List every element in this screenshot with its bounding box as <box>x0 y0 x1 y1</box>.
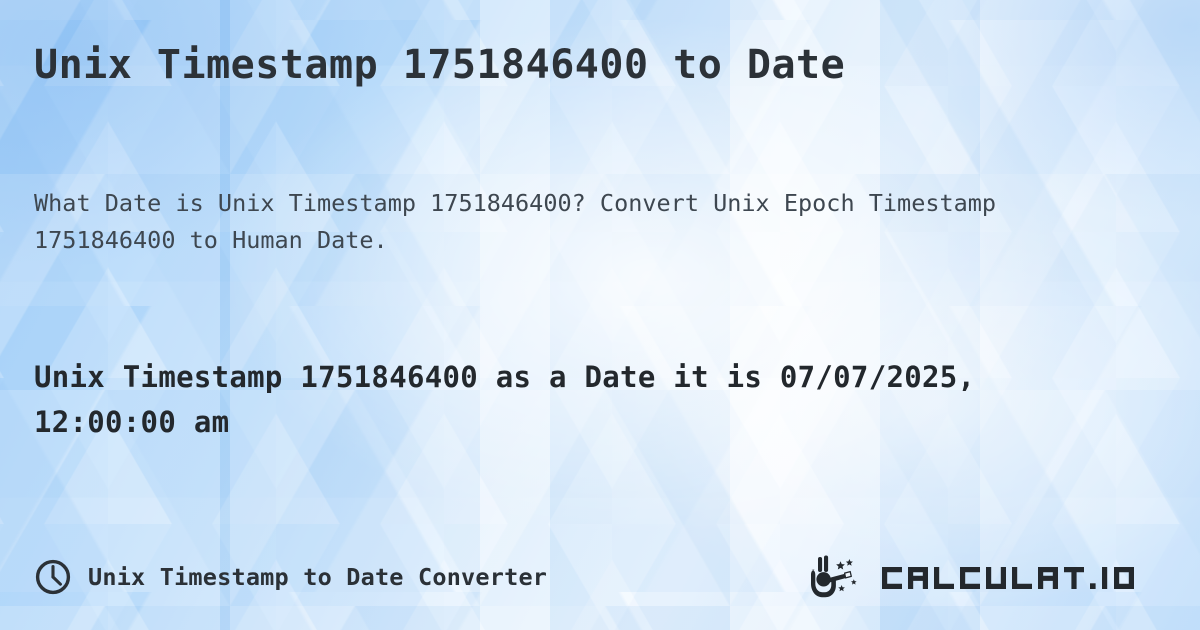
footer-label: Unix Timestamp to Date Converter <box>88 563 548 591</box>
brand-wordmark-svg <box>882 567 1134 589</box>
brand-logo[interactable] <box>809 555 1172 599</box>
screenshot-canvas: Unix Timestamp 1751846400 to Date What D… <box>0 0 1200 630</box>
page-title: Unix Timestamp 1751846400 to Date <box>34 42 846 88</box>
conversion-result: Unix Timestamp 1751846400 as a Date it i… <box>34 360 976 439</box>
footer-left-group: Unix Timestamp to Date Converter <box>34 558 547 596</box>
clock-icon <box>35 559 71 595</box>
magic-wand-hand-icon <box>811 555 857 598</box>
page-content: Unix Timestamp 1751846400 to Date What D… <box>0 0 1200 630</box>
page-description: What Date is Unix Timestamp 1751846400? … <box>34 189 997 254</box>
brand-wordmark <box>880 557 1172 597</box>
footer: Unix Timestamp to Date Converter <box>34 554 1172 600</box>
